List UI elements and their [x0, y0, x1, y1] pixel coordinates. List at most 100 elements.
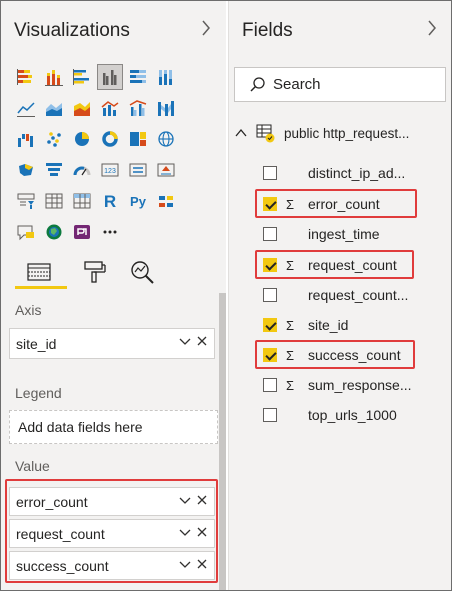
request-count-highlight	[255, 250, 414, 279]
field-checkbox[interactable]	[263, 288, 277, 302]
power-apps-button[interactable]	[70, 220, 94, 244]
success-count-highlight	[255, 340, 415, 369]
waterfall-chart-button[interactable]	[14, 127, 38, 151]
multi-row-card-icon	[129, 163, 147, 177]
field-name: ingest_time	[308, 226, 380, 242]
ribbon-chart-icon	[158, 101, 174, 116]
funnel-icon	[46, 163, 62, 176]
stacked-bar-chart-button[interactable]	[14, 65, 38, 89]
scatter-chart-button[interactable]	[42, 127, 66, 151]
table-node[interactable]: public http_request...	[233, 122, 409, 144]
pie-chart-icon	[75, 132, 89, 146]
card-icon: 123	[101, 163, 119, 177]
field-item[interactable]: ingest_time	[263, 222, 380, 246]
matrix-icon	[73, 193, 91, 209]
slicer-button[interactable]	[14, 189, 38, 213]
fields-tab[interactable]	[24, 256, 54, 288]
field-checkbox[interactable]	[263, 166, 277, 180]
stacked-bar-chart-icon	[17, 69, 32, 85]
arcgis-map-button[interactable]	[42, 220, 66, 244]
sigma-icon: Σ	[286, 317, 295, 333]
clustered-column-chart-button[interactable]	[97, 64, 123, 90]
qa-icon	[17, 225, 34, 241]
card-button[interactable]: 123	[98, 158, 122, 182]
area-chart-button[interactable]	[42, 96, 66, 120]
active-tab-indicator	[15, 286, 67, 289]
field-checkbox[interactable]	[263, 408, 277, 422]
axis-field-pill[interactable]: site_id	[9, 328, 215, 359]
sigma-icon: Σ	[286, 377, 295, 393]
more-visuals-button[interactable]	[98, 220, 122, 244]
collapse-fields-button[interactable]	[426, 18, 438, 44]
multi-row-card-button[interactable]	[126, 158, 150, 182]
map-icon	[158, 131, 174, 147]
field-item[interactable]: distinct_ip_ad...	[263, 161, 405, 185]
funnel-button[interactable]	[42, 158, 66, 182]
close-icon[interactable]	[196, 335, 208, 349]
kpi-button[interactable]	[154, 158, 178, 182]
map-button[interactable]	[154, 127, 178, 151]
collapse-visualizations-button[interactable]	[200, 18, 212, 44]
table-button[interactable]	[42, 189, 66, 213]
ribbon-chart-button[interactable]	[154, 96, 178, 120]
stacked-area-chart-button[interactable]	[70, 96, 94, 120]
filled-map-button[interactable]	[14, 158, 38, 182]
fields-tab-icon	[27, 263, 51, 281]
clustered-bar-chart-button[interactable]	[70, 65, 94, 89]
fields-pane: Fields Search public http_request... dis…	[228, 1, 451, 590]
gauge-button[interactable]	[70, 158, 94, 182]
visualizations-scrollbar[interactable]	[219, 293, 226, 590]
analytics-tab[interactable]	[127, 256, 157, 288]
legend-label: Legend	[15, 385, 62, 401]
legend-drop-zone[interactable]: Add data fields here	[9, 410, 218, 444]
waterfall-chart-icon	[18, 134, 33, 147]
key-influencers-button[interactable]	[154, 189, 178, 213]
field-checkbox[interactable]	[263, 227, 277, 241]
line-and-stacked-column-icon	[101, 101, 119, 116]
format-tab[interactable]	[79, 256, 109, 288]
chevron-up-icon[interactable]	[233, 125, 249, 141]
field-item[interactable]: top_urls_1000	[263, 403, 397, 427]
matrix-button[interactable]	[70, 189, 94, 213]
arcgis-map-icon	[46, 224, 62, 240]
line-chart-icon	[17, 102, 35, 117]
slicer-icon	[17, 193, 35, 209]
pie-chart-button[interactable]	[70, 127, 94, 151]
clustered-column-chart-icon	[103, 70, 117, 85]
python-visual-button[interactable]: Py	[126, 189, 150, 213]
field-item[interactable]: Σsite_id	[263, 313, 348, 337]
error-count-highlight	[255, 189, 417, 218]
line-and-clustered-column-button[interactable]	[126, 96, 150, 120]
fields-title: Fields	[242, 20, 293, 41]
100-stacked-bar-chart-button[interactable]	[126, 65, 150, 89]
r-visual-button[interactable]: R	[98, 189, 122, 213]
value-wells-highlight	[5, 479, 218, 583]
donut-chart-button[interactable]	[98, 127, 122, 151]
svg-text:123: 123	[104, 168, 116, 175]
stacked-column-chart-button[interactable]	[42, 65, 66, 89]
treemap-icon	[130, 132, 146, 146]
line-chart-button[interactable]	[14, 96, 38, 120]
100-stacked-column-chart-button[interactable]	[154, 65, 178, 89]
value-label: Value	[15, 458, 50, 474]
100-stacked-bar-chart-icon	[130, 70, 146, 83]
kpi-icon	[157, 163, 175, 177]
table-icon	[45, 193, 63, 209]
field-checkbox[interactable]	[263, 318, 277, 332]
analytics-icon	[131, 261, 154, 284]
field-checkbox[interactable]	[263, 378, 277, 392]
clustered-bar-chart-icon	[73, 69, 89, 85]
line-and-stacked-column-button[interactable]	[98, 96, 122, 120]
field-item[interactable]: Σsum_response...	[263, 373, 412, 397]
field-item[interactable]: request_count...	[263, 283, 408, 307]
area-chart-icon	[46, 103, 62, 116]
donut-chart-icon	[102, 131, 118, 147]
qa-button[interactable]	[14, 220, 38, 244]
svg-text:R: R	[104, 192, 116, 210]
field-name: sum_response...	[308, 377, 412, 393]
fields-search-input[interactable]: Search	[234, 67, 446, 102]
filled-map-icon	[19, 164, 33, 176]
treemap-button[interactable]	[126, 127, 150, 151]
more-icon	[103, 230, 117, 234]
chevron-down-icon[interactable]	[179, 335, 191, 349]
